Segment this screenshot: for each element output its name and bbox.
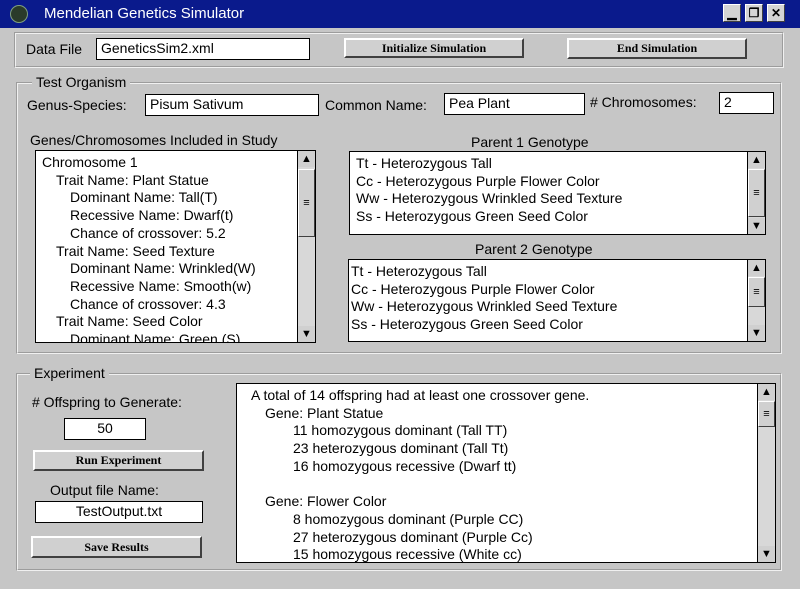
parent2-genotype-item: Tt - Heterozygous Tall bbox=[351, 263, 487, 279]
scroll-down-arrow[interactable]: ▼ bbox=[298, 326, 315, 342]
scroll-up-arrow[interactable]: ▲ bbox=[748, 260, 765, 276]
data-file-label: Data File bbox=[26, 41, 83, 57]
genes-list-item: Trait Name: Seed Color bbox=[56, 313, 203, 330]
results-line: 8 homozygous dominant (Purple CC) bbox=[293, 510, 524, 527]
genes-list-item: Recessive Name: Dwarf(t) bbox=[70, 207, 234, 224]
genes-list-label: Genes/Chromosomes Included in Study bbox=[30, 132, 278, 148]
close-icon: ✕ bbox=[770, 6, 782, 20]
title-bar: Mendelian Genetics Simulator ▁ ❐ ✕ bbox=[0, 0, 800, 28]
parent2-genotype-item: Ww - Heterozygous Wrinkled Seed Texture bbox=[351, 298, 618, 315]
parent2-list-content: Tt - Heterozygous Tall Cc - Heterozygous … bbox=[349, 260, 747, 341]
restore-icon: ❐ bbox=[748, 6, 760, 20]
scroll-down-arrow[interactable]: ▼ bbox=[748, 218, 765, 234]
parent2-label: Parent 2 Genotype bbox=[475, 241, 593, 257]
chromosomes-label: # Chromosomes: bbox=[590, 94, 697, 110]
genes-list-item: Dominant Name: Green (S) bbox=[70, 331, 241, 342]
results-line: 11 homozygous dominant (Tall TT) bbox=[293, 422, 508, 439]
test-organism-legend: Test Organism bbox=[32, 74, 131, 90]
results-line: 27 heterozygous dominant (Purple Cc) bbox=[293, 528, 533, 545]
genes-list-item: Trait Name: Plant Statue bbox=[56, 171, 209, 188]
genes-list-item: Chance of crossover: 5.2 bbox=[70, 224, 226, 241]
parent1-label: Parent 1 Genotype bbox=[471, 134, 589, 150]
results-content: A total of 14 offspring had at least one… bbox=[237, 384, 757, 562]
genes-list-item: Dominant Name: Wrinkled(W) bbox=[70, 260, 256, 277]
scroll-thumb[interactable]: ≡ bbox=[758, 401, 775, 427]
results-line: 16 homozygous recessive (Dwarf tt) bbox=[293, 457, 517, 474]
offspring-label: # Offspring to Generate: bbox=[32, 394, 182, 410]
genus-species-input[interactable]: Pisum Sativum bbox=[145, 94, 319, 116]
parent1-list-content: Tt - Heterozygous Tall Cc - Heterozygous … bbox=[350, 152, 747, 234]
parent1-genotype-item: Cc - Heterozygous Purple Flower Color bbox=[356, 172, 600, 189]
scroll-thumb[interactable]: ≡ bbox=[298, 169, 315, 237]
chromosomes-input[interactable]: 2 bbox=[719, 92, 774, 114]
common-name-label: Common Name: bbox=[325, 97, 427, 113]
close-button[interactable]: ✕ bbox=[767, 4, 785, 22]
parent2-scrollbar[interactable]: ▲ ≡ ▼ bbox=[747, 260, 765, 341]
dna-icon bbox=[10, 5, 28, 23]
experiment-legend: Experiment bbox=[30, 365, 109, 381]
parent2-genotype-list[interactable]: Tt - Heterozygous Tall Cc - Heterozygous … bbox=[348, 259, 766, 342]
results-textarea[interactable]: A total of 14 offspring had at least one… bbox=[236, 383, 776, 563]
minimize-button[interactable]: ▁ bbox=[723, 4, 741, 22]
results-scrollbar[interactable]: ▲ ≡ ▼ bbox=[757, 384, 775, 562]
end-simulation-button[interactable]: End Simulation bbox=[567, 38, 747, 59]
genes-list-item: Chance of crossover: 4.3 bbox=[70, 295, 226, 312]
restore-button[interactable]: ❐ bbox=[745, 4, 763, 22]
output-file-input[interactable]: TestOutput.txt bbox=[35, 501, 203, 523]
parent2-genotype-item: Cc - Heterozygous Purple Flower Color bbox=[351, 280, 595, 297]
data-file-input[interactable]: GeneticsSim2.xml bbox=[96, 38, 310, 60]
genus-species-label: Genus-Species: bbox=[27, 97, 127, 113]
scroll-up-arrow[interactable]: ▲ bbox=[748, 152, 765, 168]
parent1-genotype-item: Tt - Heterozygous Tall bbox=[356, 155, 492, 171]
parent2-genotype-item: Ss - Heterozygous Green Seed Color bbox=[351, 316, 583, 333]
genes-list-content: Chromosome 1 Trait Name: Plant Statue Domi… bbox=[36, 151, 297, 342]
common-name-input[interactable]: Pea Plant bbox=[444, 93, 585, 115]
genes-scrollbar[interactable]: ▲ ≡ ▼ bbox=[297, 151, 315, 342]
parent1-genotype-list[interactable]: Tt - Heterozygous Tall Cc - Heterozygous … bbox=[349, 151, 766, 235]
parent1-scrollbar[interactable]: ▲ ≡ ▼ bbox=[747, 152, 765, 234]
parent1-genotype-item: Ss - Heterozygous Green Seed Color bbox=[356, 208, 588, 225]
results-line bbox=[251, 476, 751, 494]
scroll-thumb[interactable]: ≡ bbox=[748, 169, 765, 217]
genes-list[interactable]: Chromosome 1 Trait Name: Plant Statue Domi… bbox=[35, 150, 316, 343]
window-title: Mendelian Genetics Simulator bbox=[44, 5, 245, 22]
genes-list-item: Trait Name: Seed Texture bbox=[56, 242, 215, 259]
output-file-label: Output file Name: bbox=[50, 482, 159, 498]
scroll-up-arrow[interactable]: ▲ bbox=[758, 384, 775, 400]
genes-list-item: Recessive Name: Smooth(w) bbox=[70, 277, 252, 294]
results-line: Gene: Plant Statue bbox=[265, 404, 384, 421]
scroll-thumb[interactable]: ≡ bbox=[748, 277, 765, 307]
parent1-genotype-item: Ww - Heterozygous Wrinkled Seed Texture bbox=[356, 190, 623, 207]
minimize-icon: ▁ bbox=[727, 6, 737, 20]
save-results-button[interactable]: Save Results bbox=[31, 536, 202, 558]
scroll-down-arrow[interactable]: ▼ bbox=[758, 546, 775, 562]
results-line: 23 heterozygous dominant (Tall Tt) bbox=[293, 440, 509, 457]
genes-list-item: Dominant Name: Tall(T) bbox=[70, 189, 218, 206]
scroll-up-arrow[interactable]: ▲ bbox=[298, 151, 315, 167]
run-experiment-button[interactable]: Run Experiment bbox=[33, 450, 204, 471]
offspring-input[interactable]: 50 bbox=[64, 418, 146, 440]
results-line: A total of 14 offspring had at least one… bbox=[251, 387, 590, 403]
results-line: Gene: Flower Color bbox=[265, 493, 387, 510]
initialize-simulation-button[interactable]: Initialize Simulation bbox=[344, 38, 524, 58]
genes-list-item: Chromosome 1 bbox=[42, 154, 138, 170]
results-line: 15 homozygous recessive (White cc) bbox=[293, 546, 522, 562]
scroll-down-arrow[interactable]: ▼ bbox=[748, 325, 765, 341]
